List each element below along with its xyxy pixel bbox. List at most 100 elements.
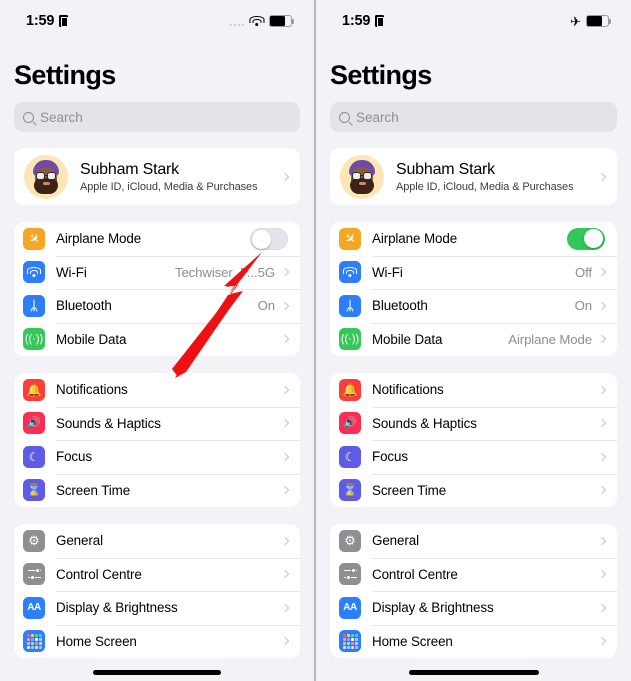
status-bar: 1:59 ✈ [316, 0, 631, 36]
chevron-right-icon [597, 268, 607, 277]
row-label: Focus [56, 449, 92, 465]
profile-subtitle: Apple ID, iCloud, Media & Purchases [396, 180, 574, 193]
profile-card: Subham Stark Apple ID, iCloud, Media & Pu… [330, 148, 617, 205]
search-icon [339, 111, 350, 123]
control-centre-glyph [27, 567, 41, 582]
settings-row-focus[interactable]: ☾ Focus [330, 440, 617, 474]
row-value: Off [574, 264, 592, 280]
moon-icon: ☾ [23, 445, 45, 468]
display-brightness-icon: AA [23, 596, 45, 619]
display-glyph: AA [343, 601, 357, 613]
settings-row-screen-time[interactable]: ⌛ Screen Time [14, 473, 300, 508]
lock-portrait-icon [59, 15, 69, 27]
settings-group-1: 🔔 Notifications 🔊 Sounds & Haptics ☾ Focus ⌛ Sc… [14, 373, 300, 507]
search-input[interactable]: Search [14, 102, 300, 132]
row-label: Airplane Mode [56, 231, 142, 247]
search-input[interactable]: Search [330, 102, 617, 132]
settings-row-wi-fi[interactable]: Wi-Fi Techwiser_P...5G [14, 255, 300, 290]
mobile-data-glyph: ((·)) [340, 332, 360, 345]
mobile-data-icon: ((·)) [23, 328, 45, 351]
settings-row-display-brightness[interactable]: AA Display & Brightness [330, 591, 617, 625]
settings-row-bluetooth[interactable]: ᛦ Bluetooth On [330, 289, 617, 323]
row-label: Display & Brightness [372, 600, 494, 616]
settings-row-sounds-haptics[interactable]: 🔊 Sounds & Haptics [14, 406, 300, 441]
home-screen-icon [339, 630, 361, 653]
chevron-right-icon [280, 637, 290, 646]
settings-group-2: ⚙ General Control Centre AA Display & Bright… [14, 524, 300, 658]
chevron-right-icon [280, 268, 290, 277]
settings-row-bluetooth[interactable]: ᛦ Bluetooth On [14, 289, 300, 323]
airplane-icon: ✈ [23, 227, 45, 250]
mobile-data-glyph: ((·)) [24, 332, 44, 345]
settings-row-airplane-mode[interactable]: ✈ Airplane Mode [14, 222, 300, 256]
settings-row-home-screen[interactable]: Home Screen [330, 624, 617, 659]
profile-name: Subham Stark [80, 160, 179, 178]
home-indicator [408, 670, 539, 675]
toggle-knob [584, 229, 603, 249]
settings-row-notifications[interactable]: 🔔 Notifications [14, 373, 300, 407]
profile-row[interactable]: Subham Stark Apple ID, iCloud, Media & Pu… [330, 148, 617, 205]
battery-icon [586, 15, 612, 27]
bluetooth-icon: ᛦ [23, 294, 45, 317]
row-label: Display & Brightness [56, 600, 178, 616]
row-value: On [257, 298, 276, 314]
settings-row-wi-fi[interactable]: Wi-Fi Off [330, 255, 617, 290]
airplane-glyph: ✈ [340, 229, 360, 248]
hourglass-icon: ⌛ [23, 479, 45, 502]
control-centre-icon [339, 563, 361, 586]
status-left: 1:59 [342, 13, 385, 29]
settings-row-control-centre[interactable]: Control Centre [14, 557, 300, 592]
home-screen-glyph [342, 633, 358, 649]
battery-icon [269, 15, 295, 27]
phone-panel-before: 1:59 Settings Search Subham Stark Apple ID, … [0, 0, 315, 681]
status-bar: 1:59 [0, 0, 314, 36]
bell-glyph: 🔔 [342, 382, 358, 397]
comparison-stage: 1:59 Settings Search Subham Stark Apple ID, … [0, 0, 631, 681]
hourglass-icon: ⌛ [339, 479, 361, 502]
settings-row-control-centre[interactable]: Control Centre [330, 557, 617, 592]
row-label: Mobile Data [372, 331, 443, 347]
airplane-icon: ✈ [570, 13, 581, 29]
settings-row-sounds-haptics[interactable]: 🔊 Sounds & Haptics [330, 406, 617, 441]
settings-row-general[interactable]: ⚙ General [14, 524, 300, 558]
wifi-glyph [27, 267, 41, 278]
hourglass-glyph: ⌛ [342, 483, 358, 498]
settings-row-home-screen[interactable]: Home Screen [14, 624, 300, 659]
airplane-icon: ✈ [339, 227, 361, 250]
lock-portrait-icon [375, 15, 385, 27]
settings-row-screen-time[interactable]: ⌛ Screen Time [330, 473, 617, 508]
status-time: 1:59 [26, 13, 55, 29]
profile-row[interactable]: Subham Stark Apple ID, iCloud, Media & Pu… [14, 148, 300, 205]
row-value: Techwiser_P...5G [174, 264, 275, 280]
row-label: Notifications [372, 382, 444, 398]
page-title: Settings [14, 60, 116, 90]
settings-row-general[interactable]: ⚙ General [330, 524, 617, 558]
settings-row-mobile-data[interactable]: ((·)) Mobile Data [14, 322, 300, 357]
settings-row-notifications[interactable]: 🔔 Notifications [330, 373, 617, 407]
wifi-glyph [343, 267, 357, 278]
row-label: Notifications [56, 382, 128, 398]
chevron-right-icon [597, 385, 607, 394]
battery-fill [270, 16, 286, 26]
row-label: Airplane Mode [372, 231, 458, 247]
chevron-right-icon [280, 452, 290, 461]
settings-row-display-brightness[interactable]: AA Display & Brightness [14, 591, 300, 625]
speaker-icon: 🔊 [339, 412, 361, 435]
profile-subtitle: Apple ID, iCloud, Media & Purchases [80, 180, 258, 193]
moon-glyph: ☾ [344, 449, 356, 464]
settings-row-airplane-mode[interactable]: ✈ Airplane Mode [330, 222, 617, 256]
battery-fill [587, 16, 603, 26]
wifi-icon [339, 261, 361, 284]
gear-glyph: ⚙ [28, 533, 40, 549]
settings-row-mobile-data[interactable]: ((·)) Mobile Data Airplane Mode [330, 322, 617, 357]
home-screen-icon [23, 630, 45, 653]
settings-row-focus[interactable]: ☾ Focus [14, 440, 300, 474]
row-label: General [56, 533, 103, 549]
airplane-mode-toggle[interactable] [567, 227, 605, 250]
row-label: Focus [372, 449, 408, 465]
moon-glyph: ☾ [28, 449, 40, 464]
airplane-mode-toggle[interactable] [250, 227, 288, 250]
row-value: On [574, 298, 593, 314]
speaker-glyph: 🔊 [343, 416, 357, 429]
bluetooth-glyph: ᛦ [346, 298, 354, 314]
